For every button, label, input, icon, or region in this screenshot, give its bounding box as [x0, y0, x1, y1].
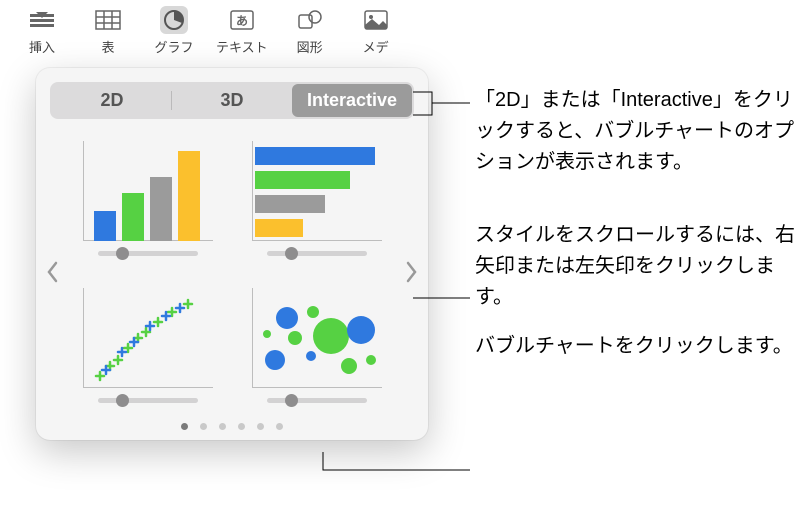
next-arrow[interactable] — [402, 252, 422, 292]
scatter-chart-preview — [83, 288, 213, 388]
chart-style-scatter[interactable] — [74, 288, 221, 403]
chart-style-bubble[interactable] — [243, 288, 390, 403]
toolbar-table-label: 表 — [101, 37, 114, 56]
toolbar-shape-label: 図形 — [297, 37, 323, 56]
text-icon: あ — [228, 6, 256, 34]
style-slider[interactable] — [267, 251, 367, 256]
segment-2d[interactable]: 2D — [52, 84, 172, 117]
page-dot[interactable] — [200, 423, 207, 430]
segment-interactive[interactable]: Interactive — [292, 84, 412, 117]
chart-style-column[interactable] — [74, 141, 221, 256]
segment-3d[interactable]: 3D — [172, 84, 292, 117]
chart-style-grid — [50, 141, 414, 403]
prev-arrow[interactable] — [42, 252, 62, 292]
style-slider[interactable] — [98, 398, 198, 403]
toolbar-text-label: テキスト — [216, 37, 268, 56]
shape-icon — [296, 6, 324, 34]
pie-chart-icon — [160, 6, 188, 34]
insert-icon — [28, 6, 56, 34]
svg-text:あ: あ — [236, 14, 248, 28]
callout-arrows: スタイルをスクロールするには、右矢印または左矢印をクリックします。 — [475, 220, 795, 313]
callout-tabs: 「2D」または「Interactive」をクリックすると、バブルチャートのオプシ… — [475, 85, 795, 178]
page-dot[interactable] — [219, 423, 226, 430]
help-annotations: 「2D」または「Interactive」をクリックすると、バブルチャートのオプシ… — [475, 85, 795, 380]
callout-bubble: バブルチャートをクリックします。 — [475, 331, 795, 362]
page-dots[interactable] — [50, 423, 414, 430]
page-dot[interactable] — [238, 423, 245, 430]
toolbar-shape[interactable]: 図形 — [286, 6, 334, 56]
toolbar-text[interactable]: あ テキスト — [216, 6, 268, 56]
page-dot[interactable] — [276, 423, 283, 430]
toolbar-insert[interactable]: 挿入 — [18, 6, 66, 56]
toolbar-media[interactable]: メデ — [352, 6, 400, 56]
bubble-chart-preview — [252, 288, 382, 388]
column-chart-preview — [83, 141, 213, 241]
chevron-right-icon — [406, 261, 418, 283]
toolbar: 挿入 表 グラフ あ テキスト 図形 メデ — [0, 0, 806, 56]
style-slider[interactable] — [98, 251, 198, 256]
toolbar-media-label: メデ — [363, 37, 389, 56]
table-icon — [94, 6, 122, 34]
chevron-left-icon — [46, 261, 58, 283]
toolbar-table[interactable]: 表 — [84, 6, 132, 56]
toolbar-insert-label: 挿入 — [29, 37, 55, 56]
page-dot[interactable] — [181, 423, 188, 430]
chart-style-bar[interactable] — [243, 141, 390, 256]
chart-type-segmented-control: 2D 3D Interactive — [50, 82, 414, 119]
style-slider[interactable] — [267, 398, 367, 403]
bar-chart-preview — [252, 141, 382, 241]
chart-popover: 2D 3D Interactive — [36, 68, 428, 440]
toolbar-chart-label: グラフ — [154, 37, 193, 56]
media-icon — [362, 6, 390, 34]
page-dot[interactable] — [257, 423, 264, 430]
toolbar-chart[interactable]: グラフ — [150, 6, 198, 56]
